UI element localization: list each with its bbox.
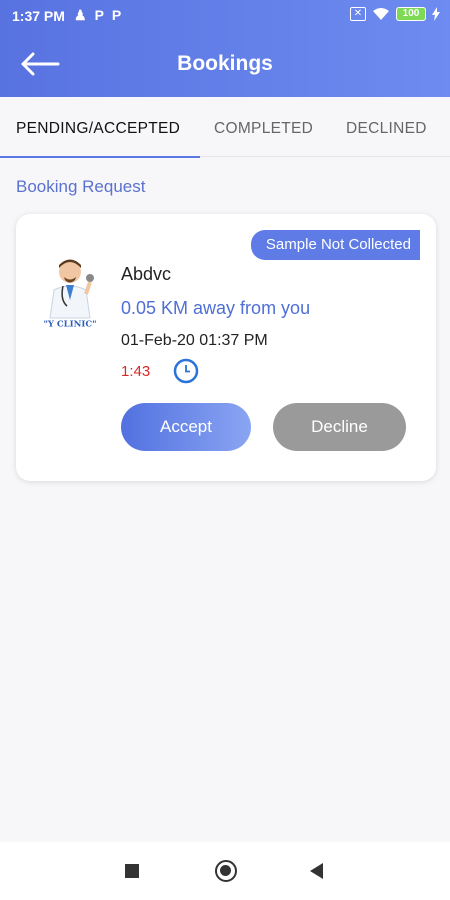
status-bar: 1:37 PM ♟ P P ✕ 100 xyxy=(0,0,450,32)
tab-bar: PENDING/ACCEPTED COMPLETED DECLINED xyxy=(0,97,450,157)
app-bar: 1:37 PM ♟ P P ✕ 100 Bookings xyxy=(0,0,450,97)
sim-icon: ✕ xyxy=(350,7,366,21)
decline-button[interactable]: Decline xyxy=(273,403,406,451)
tab-completed[interactable]: COMPLETED xyxy=(214,120,313,138)
booking-card[interactable]: Sample Not Collected "Y CLINIC" Abdvc 0.… xyxy=(16,214,436,481)
charging-icon xyxy=(432,7,440,21)
section-title: Booking Request xyxy=(16,177,146,196)
countdown-timer: 1:43 xyxy=(121,363,151,380)
battery-icon: 100 xyxy=(396,7,426,21)
booking-datetime: 01-Feb-20 01:37 PM xyxy=(121,332,268,349)
accept-button[interactable]: Accept xyxy=(121,403,251,451)
tab-indicator xyxy=(0,156,200,158)
page-title: Bookings xyxy=(177,52,273,75)
status-time: 1:37 PM xyxy=(12,8,65,24)
notification-icon-2: P xyxy=(94,7,104,23)
tab-pending-accepted[interactable]: PENDING/ACCEPTED xyxy=(16,120,180,138)
notification-icon-1: ♟ xyxy=(74,7,87,23)
system-nav-bar xyxy=(0,842,450,900)
patient-name: Abdvc xyxy=(121,264,172,284)
home-button[interactable] xyxy=(215,860,237,882)
clock-icon xyxy=(173,358,199,384)
system-back-button[interactable] xyxy=(310,863,323,879)
doctor-avatar: "Y CLINIC" xyxy=(38,259,102,330)
status-badge: Sample Not Collected xyxy=(250,230,420,260)
distance-text: 0.05 KM away from you xyxy=(121,298,311,318)
tab-declined[interactable]: DECLINED xyxy=(346,120,427,138)
notification-icons: ♟ P P xyxy=(74,7,121,24)
notification-icon-3: P xyxy=(111,7,122,23)
system-icons: ✕ 100 xyxy=(350,7,440,21)
avatar-caption: "Y CLINIC" xyxy=(43,320,96,330)
wifi-icon xyxy=(373,8,389,20)
recent-apps-button[interactable] xyxy=(125,864,139,878)
